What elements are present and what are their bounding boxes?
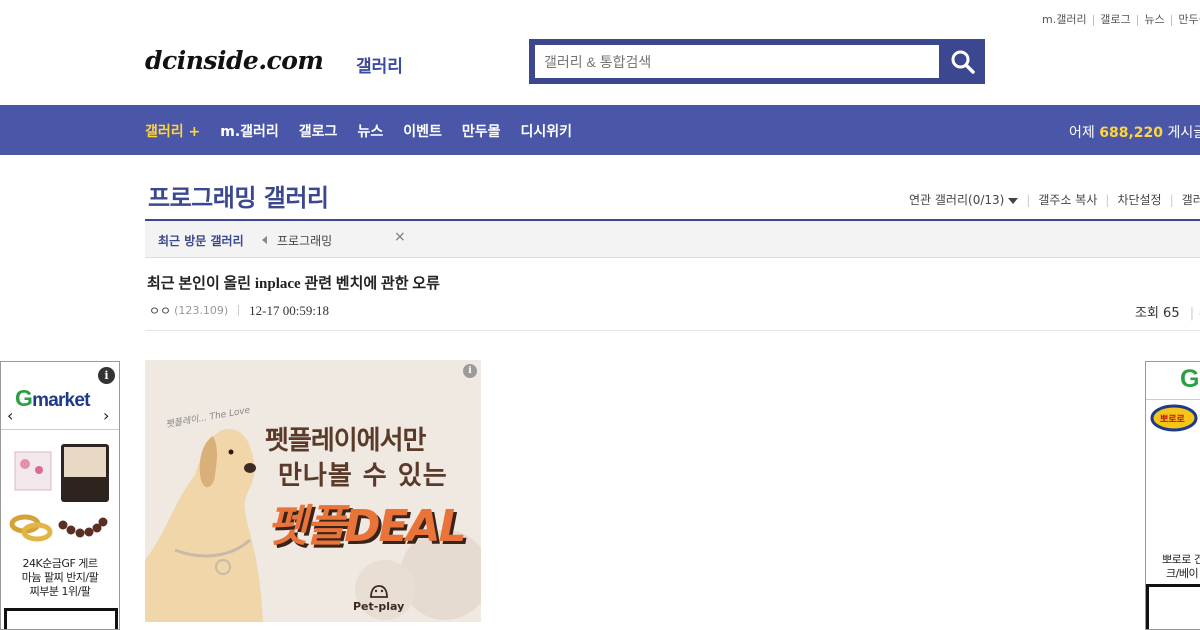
left-arrow-icon[interactable] xyxy=(262,236,267,244)
ad-left-gmarket[interactable]: Gmarket i ‹ › 24K순금GF 게르 마늄 팔찌 반지/팔 찌부분 … xyxy=(0,361,120,630)
paw-logo-icon xyxy=(370,585,388,598)
divider: | xyxy=(1105,192,1110,207)
gallery-title[interactable]: 프로그래밍 갤러리 xyxy=(148,178,329,213)
top-link-news[interactable]: 뉴스 xyxy=(1144,13,1164,26)
chevron-left-icon[interactable]: ‹ xyxy=(7,406,13,425)
divider: | xyxy=(1169,13,1174,26)
ad-header: G xyxy=(1146,362,1200,400)
post-author[interactable]: ㅇㅇ xyxy=(149,302,171,319)
top-link-gallog[interactable]: 갤로그 xyxy=(1100,13,1130,26)
post-date: 12-17 00:59:18 xyxy=(249,302,329,318)
nav-item-gallery[interactable]: 갤러리 + xyxy=(145,121,200,141)
next-product-preview xyxy=(1146,584,1200,629)
nav-item-gallog[interactable]: 갤로그 xyxy=(299,121,338,141)
gallery-links: 연관 갤러리(0/13) | 갤주소 복사 | 차단설정 | 갤러 xyxy=(909,191,1200,208)
divider: | xyxy=(1091,13,1096,26)
site-logo[interactable]: dcinside.com xyxy=(145,46,324,75)
ad-headline-1: 펫플레이에서만 xyxy=(265,426,426,456)
post-count: 어제 688,220 게시글 xyxy=(1069,122,1200,142)
gmarket-logo-text: market xyxy=(32,390,90,411)
nav-item-event[interactable]: 이벤트 xyxy=(403,121,442,141)
top-link-mgallery[interactable]: m.갤러리 xyxy=(1042,13,1087,26)
recent-gallery-item[interactable]: 프로그래밍 xyxy=(277,232,332,249)
view-count-label: 조회 65 xyxy=(1135,306,1180,321)
nav-item-dcwiki[interactable]: 디시위키 xyxy=(520,121,572,141)
view-count: 조회 65 | 추 xyxy=(1135,302,1200,321)
gmarket-logo-g: G xyxy=(15,385,33,411)
gallery-info-button[interactable]: 갤러 xyxy=(1182,191,1200,208)
gmarket-logo-g: G xyxy=(1180,365,1200,393)
product-line-1: 뽀로로 건 xyxy=(1162,553,1200,566)
related-gallery-label: 연관 갤러리(0/13) xyxy=(909,193,1005,207)
chevron-down-icon xyxy=(1008,197,1019,204)
post-divider xyxy=(145,330,1200,331)
search-box xyxy=(529,39,985,84)
count-prefix: 어제 xyxy=(1069,125,1095,141)
search-icon xyxy=(951,50,975,74)
nav-items: 갤러리 + m.갤러리 갤로그 뉴스 이벤트 만두몰 디시위키 xyxy=(145,121,572,141)
post-author-ip: (123.109) xyxy=(174,304,229,317)
product-badge: 뽀로로 xyxy=(1160,415,1185,425)
top-links: m.갤러리 | 갤로그 | 뉴스 | 만두몰 xyxy=(1042,11,1200,27)
recent-gallery-label[interactable]: 최근 방문 갤러리 xyxy=(158,232,244,249)
divider xyxy=(238,305,240,316)
info-icon[interactable]: i xyxy=(463,364,477,378)
product-line-2: 크/베이 xyxy=(1166,567,1199,580)
chevron-right-icon[interactable]: › xyxy=(103,406,109,425)
nav-item-mandumall[interactable]: 만두몰 xyxy=(462,121,501,141)
post-meta: ㅇㅇ (123.109) 12-17 00:59:18 xyxy=(149,302,329,319)
recommend-count: | 추 xyxy=(1189,306,1200,321)
nav-item-news[interactable]: 뉴스 xyxy=(357,121,383,141)
ad-header: Gmarket i ‹ › xyxy=(1,362,119,430)
product-line-3: 찌부분 1위/팔 xyxy=(29,585,91,598)
product-line-1: 24K순금GF 게르 xyxy=(22,557,98,570)
next-product-preview xyxy=(4,608,118,629)
nav-item-mgallery[interactable]: m.갤러리 xyxy=(220,121,279,141)
gmarket-logo: Gmarket xyxy=(15,385,90,412)
search-button[interactable] xyxy=(941,39,985,84)
close-icon[interactable]: × xyxy=(394,229,406,245)
ad-brand: Pet-play xyxy=(353,600,405,613)
ad-deal-text: 펫플DEAL xyxy=(267,501,467,552)
logo-subtitle[interactable]: 갤러리 xyxy=(356,52,403,77)
top-link-mandumall[interactable]: 만두몰 xyxy=(1178,13,1200,26)
block-settings-button[interactable]: 차단설정 xyxy=(1117,191,1161,208)
divider: | xyxy=(1135,13,1140,26)
search-input[interactable] xyxy=(535,45,939,78)
ad-right-gmarket[interactable]: G 뽀로로 뽀로로 건 크/베이 xyxy=(1145,361,1200,630)
post-title: 최근 본인이 올린 inplace 관련 벤치에 관한 오류 xyxy=(147,276,440,292)
copy-address-button[interactable]: 갤주소 복사 xyxy=(1038,191,1097,208)
divider: | xyxy=(1169,192,1174,207)
count-suffix: 게시글 xyxy=(1167,125,1200,141)
product-line-2: 마늄 팔찌 반지/팔 xyxy=(21,571,99,584)
count-value: 688,220 xyxy=(1099,125,1163,141)
ad-center-petplay[interactable]: i 펫플레이... The Love 펫플레이에서만 만나볼 수 있는 펫플DE… xyxy=(145,360,481,622)
ad-headline-2: 만나볼 수 있는 xyxy=(278,461,448,491)
recent-gallery-bar: 최근 방문 갤러리 프로그래밍 × xyxy=(145,219,1200,258)
info-icon[interactable]: i xyxy=(98,367,115,384)
jewelry-product-image xyxy=(9,444,109,542)
related-gallery-button[interactable]: 연관 갤러리(0/13) xyxy=(909,191,1019,208)
product-description: 24K순금GF 게르 마늄 팔찌 반지/팔 찌부분 1위/팔 xyxy=(1,557,119,599)
main-nav: 갤러리 + m.갤러리 갤로그 뉴스 이벤트 만두몰 디시위키 어제 688,2… xyxy=(0,105,1200,155)
divider: | xyxy=(1026,192,1031,207)
